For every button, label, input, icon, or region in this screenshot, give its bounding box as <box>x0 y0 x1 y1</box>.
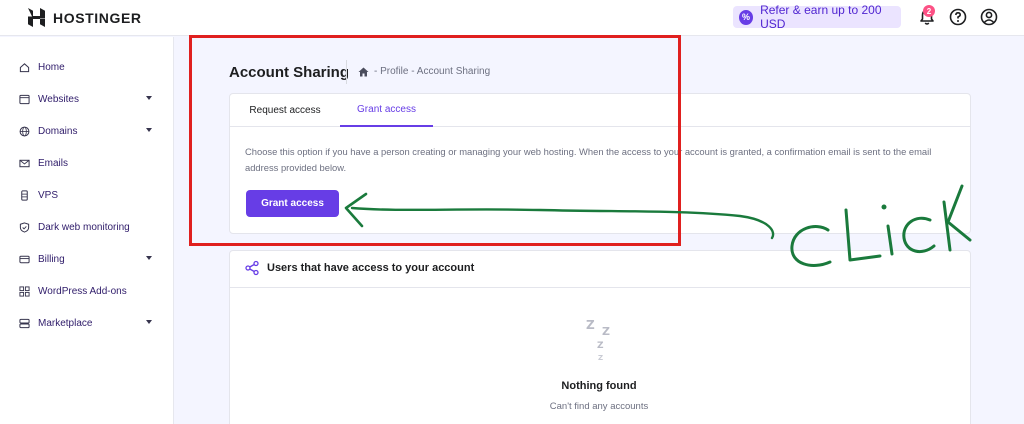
websites-icon <box>19 94 30 104</box>
sidebar-item-dark-web-monitoring[interactable]: Dark web monitoring <box>0 211 174 243</box>
sidebar-item-label: Billing <box>38 253 65 265</box>
sidebar-item-wordpress-addons[interactable]: WordPress Add-ons <box>0 275 174 307</box>
sidebar-item-home[interactable]: Home <box>0 51 174 83</box>
logo-text: HOSTINGER <box>53 9 142 26</box>
server-icon <box>21 189 28 201</box>
sidebar-item-label: Dark web monitoring <box>38 221 130 233</box>
sidebar-item-label: WordPress Add-ons <box>38 285 127 297</box>
chevron-down-icon[interactable] <box>146 320 152 324</box>
sidebar: Home Websites Domains Emails VPS Dark we… <box>0 37 174 424</box>
account-icon[interactable] <box>979 7 999 27</box>
svg-text:Z: Z <box>586 318 595 332</box>
divider <box>230 287 970 288</box>
home-icon <box>19 62 30 72</box>
chevron-down-icon[interactable] <box>146 128 152 132</box>
empty-state-title: Nothing found <box>561 380 637 392</box>
percent-badge-icon: % <box>739 9 754 25</box>
sidebar-item-marketplace[interactable]: Marketplace <box>0 307 174 339</box>
svg-text:Z: Z <box>598 354 603 362</box>
sidebar-item-label: Marketplace <box>38 317 93 329</box>
refer-earn-label: Refer & earn up to 200 USD <box>760 3 882 31</box>
sidebar-item-label: VPS <box>38 189 59 201</box>
share-icon <box>245 260 259 276</box>
sidebar-item-websites[interactable]: Websites <box>0 83 174 115</box>
help-icon[interactable] <box>948 7 968 27</box>
top-bar: HOSTINGER % Refer & earn up to 200 USD 2 <box>0 0 1024 36</box>
hostinger-logo-icon <box>28 8 45 27</box>
billing-icon <box>19 255 30 263</box>
empty-state-subtitle: Can't find any accounts <box>549 401 649 412</box>
globe-icon <box>19 126 30 136</box>
mail-icon <box>19 159 30 167</box>
sidebar-item-label: Websites <box>38 93 79 105</box>
notification-badge: 2 <box>923 5 935 17</box>
shield-icon <box>19 221 30 233</box>
sidebar-item-emails[interactable]: Emails <box>0 147 174 179</box>
marketplace-icon <box>19 318 30 328</box>
sidebar-item-label: Emails <box>38 157 69 169</box>
hostinger-logo[interactable]: HOSTINGER <box>28 8 142 27</box>
sleep-zzz-icon: Z Z Z Z <box>586 318 610 362</box>
sidebar-item-label: Home <box>38 61 65 73</box>
sidebar-item-domains[interactable]: Domains <box>0 115 174 147</box>
handwritten-arrow-annotation <box>344 184 972 267</box>
refer-earn-button[interactable]: % Refer & earn up to 200 USD <box>733 3 901 31</box>
chevron-down-icon[interactable] <box>146 96 152 100</box>
svg-text:Z: Z <box>597 341 604 351</box>
sidebar-item-label: Domains <box>38 125 78 137</box>
sidebar-item-vps[interactable]: VPS <box>0 179 174 211</box>
sidebar-item-billing[interactable]: Billing <box>0 243 174 275</box>
addons-icon <box>19 285 30 297</box>
chevron-down-icon[interactable] <box>146 256 152 260</box>
svg-text:Z: Z <box>602 325 610 338</box>
